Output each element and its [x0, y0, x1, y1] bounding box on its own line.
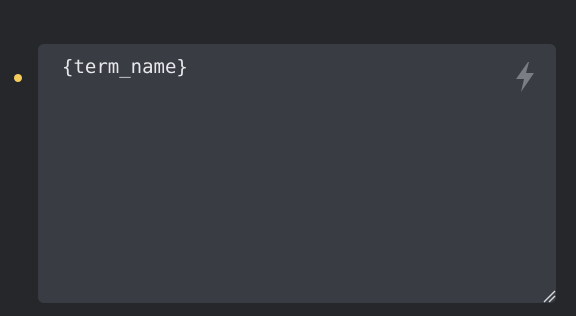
lightning-bolt-icon[interactable] [512, 61, 538, 93]
template-text-content[interactable]: {term_name} [62, 54, 188, 80]
resize-handle-icon[interactable] [542, 289, 556, 303]
status-indicator-dot [14, 74, 22, 82]
template-text-area[interactable]: {term_name} [38, 44, 556, 303]
